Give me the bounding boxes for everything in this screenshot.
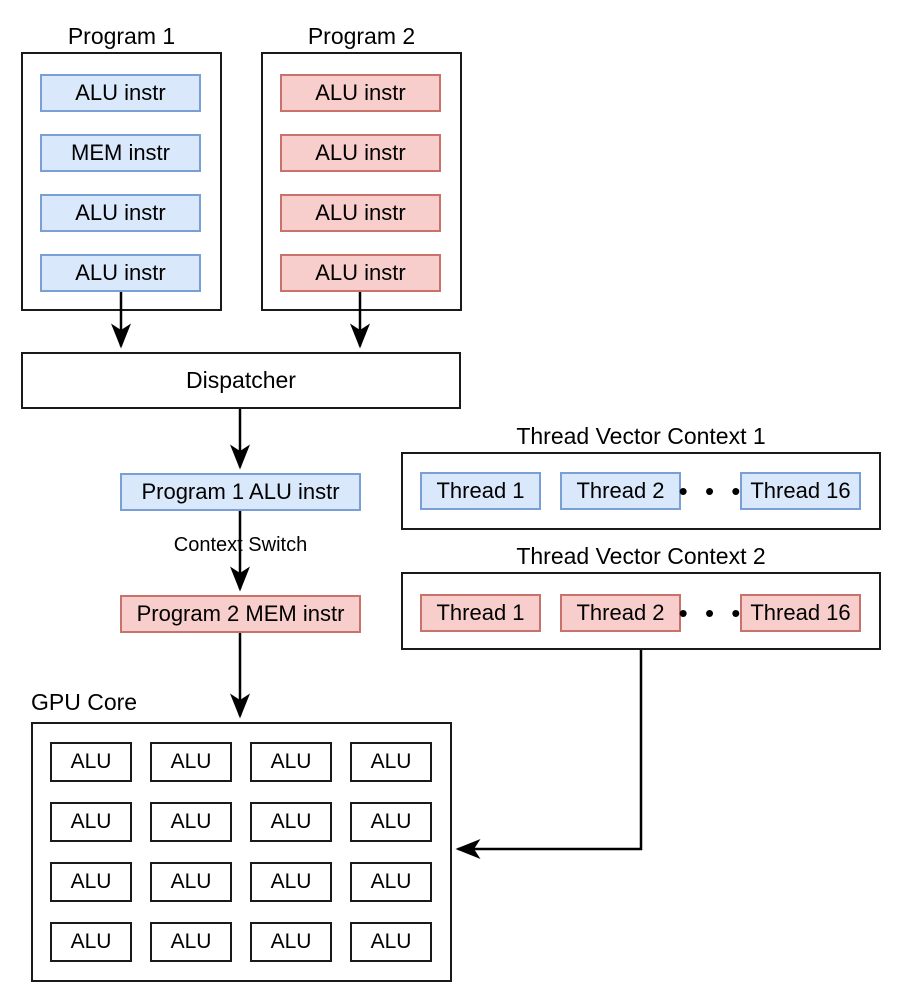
gpu-core-alu-r0c2[interactable]: ALU	[250, 742, 332, 782]
program-1-instruction-2[interactable]: ALU instr	[40, 194, 201, 232]
diagram-canvas: Program 1 ALU instr MEM instr ALU instr …	[0, 0, 902, 1006]
tvc1-thread-0[interactable]: Thread 1	[420, 472, 541, 510]
tvc2-thread-2[interactable]: Thread 16	[740, 594, 861, 632]
program-2-instruction-1[interactable]: ALU instr	[280, 134, 441, 172]
tvc1-thread-2[interactable]: Thread 16	[740, 472, 861, 510]
gpu-core-alu-r2c0[interactable]: ALU	[50, 862, 132, 902]
tvc2-ellipsis: • • •	[678, 598, 746, 628]
gpu-core-alu-r2c3[interactable]: ALU	[350, 862, 432, 902]
program-2-instruction-0[interactable]: ALU instr	[280, 74, 441, 112]
gpu-core-alu-r2c1[interactable]: ALU	[150, 862, 232, 902]
program-1-instruction-0[interactable]: ALU instr	[40, 74, 201, 112]
arrow-tvc2-to-gpu-core	[455, 650, 643, 859]
issued-instruction-program-2[interactable]: Program 2 MEM instr	[120, 595, 361, 633]
gpu-core-alu-r3c0[interactable]: ALU	[50, 922, 132, 962]
gpu-core-alu-r0c1[interactable]: ALU	[150, 742, 232, 782]
issued-instruction-program-1[interactable]: Program 1 ALU instr	[120, 473, 361, 511]
program-1-caption: Program 1	[67, 23, 176, 49]
gpu-core-alu-r1c2[interactable]: ALU	[250, 802, 332, 842]
program-2-instruction-2[interactable]: ALU instr	[280, 194, 441, 232]
program-2-caption: Program 2	[307, 23, 416, 49]
dispatcher-box[interactable]: Dispatcher	[21, 352, 461, 409]
program-1-instruction-3[interactable]: ALU instr	[40, 254, 201, 292]
gpu-core-alu-r1c3[interactable]: ALU	[350, 802, 432, 842]
gpu-core-alu-r3c3[interactable]: ALU	[350, 922, 432, 962]
gpu-core-alu-r3c2[interactable]: ALU	[250, 922, 332, 962]
gpu-core-caption: GPU Core	[31, 689, 138, 715]
gpu-core-alu-r1c0[interactable]: ALU	[50, 802, 132, 842]
tvc2-thread-0[interactable]: Thread 1	[420, 594, 541, 632]
context-switch-label: Context Switch	[120, 534, 361, 556]
tvc1-thread-1[interactable]: Thread 2	[560, 472, 681, 510]
gpu-core-alu-r1c1[interactable]: ALU	[150, 802, 232, 842]
thread-vector-context-1-caption: Thread Vector Context 1	[516, 423, 766, 449]
program-1-instruction-1[interactable]: MEM instr	[40, 134, 201, 172]
gpu-core-alu-r0c0[interactable]: ALU	[50, 742, 132, 782]
program-2-instruction-3[interactable]: ALU instr	[280, 254, 441, 292]
gpu-core-alu-r3c1[interactable]: ALU	[150, 922, 232, 962]
tvc2-thread-1[interactable]: Thread 2	[560, 594, 681, 632]
gpu-core-alu-r2c2[interactable]: ALU	[250, 862, 332, 902]
thread-vector-context-2-caption: Thread Vector Context 2	[516, 543, 766, 569]
tvc1-ellipsis: • • •	[678, 476, 746, 506]
gpu-core-alu-r0c3[interactable]: ALU	[350, 742, 432, 782]
